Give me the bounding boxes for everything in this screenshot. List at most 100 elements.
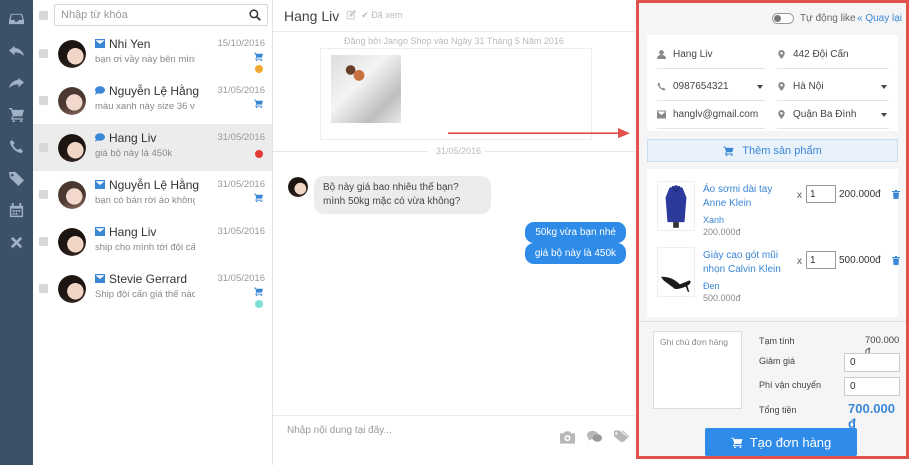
conversation-name: Hang Liv [109,224,157,239]
conversation-item[interactable]: Nguyễn Lệ Hằng bạn có bán rời áo không 3… [33,171,272,218]
trash-icon[interactable] [892,256,900,265]
conversation-list: Nhi Yen bạn ơi vầy này bên mình... 15/10… [33,0,273,465]
product-item: Áo sơmi dài tay Anne Klein Xanh 200.000đ… [647,181,900,245]
conversation-name: Hang Liv [109,130,157,145]
cart-icon[interactable] [0,98,33,130]
select-all-checkbox[interactable] [39,10,48,20]
incoming-message: Bộ này giá bao nhiêu thế bạn? mình 50kg … [314,176,491,214]
order-summary: Tạm tính 700.000 đ Giảm giá Phí vận chuy… [639,321,906,431]
chat-icon [95,133,105,142]
conversation-preview: màu xanh này size 36 vẫ... [95,100,195,112]
conversation-checkbox[interactable] [39,190,48,199]
map-marker-icon [778,110,785,119]
seen-status: ✔ Đã xem [361,10,403,20]
conversation-name: Nhi Yen [109,36,151,51]
envelope-icon [657,110,666,119]
conversation-item[interactable]: Nhi Yen bạn ơi vầy này bên mình... 15/10… [33,30,272,77]
conversation-date: 31/05/2016 [217,225,265,237]
quantity-input[interactable] [806,251,836,269]
cart-icon [254,52,263,61]
shipping-input[interactable] [844,377,900,396]
back-link[interactable]: « Quay lại [857,13,902,24]
edit-icon[interactable] [346,9,357,23]
cart-icon [723,146,734,156]
city-select[interactable]: Hà Nội [777,73,889,101]
forward-icon[interactable] [0,66,33,98]
cart-icon [254,287,263,296]
reply-icon[interactable] [0,34,33,66]
conversation-date: 31/05/2016 [217,272,265,284]
conversation-item[interactable]: Nguyễn Lệ Hằng màu xanh này size 36 vẫ..… [33,77,272,124]
post-image[interactable] [331,55,401,123]
compose-bar [273,415,635,465]
product-image[interactable] [657,247,695,297]
inbox-icon[interactable] [0,2,33,34]
chat-header: Hang Liv ✔ Đã xem [273,0,635,32]
chat-icon [95,86,105,95]
trash-icon[interactable] [892,190,900,199]
product-name[interactable]: Giày cao gót mũi nhọn Calvin Klein [703,249,791,277]
create-order-button[interactable]: Tạo đơn hàng [705,428,857,456]
tags-icon[interactable] [614,430,629,444]
customer-phone-field[interactable]: 0987654321 [657,73,765,101]
chevron-down-icon [881,85,887,89]
customer-address-field[interactable]: 442 Đội Cấn [777,41,889,69]
shipping-label: Phí vận chuyển [759,380,822,390]
product-variant: Xanh [703,215,725,225]
phone-icon[interactable] [0,130,33,162]
customer-email-field[interactable]: hanglv@gmail.com [657,101,765,129]
conversation-item-active[interactable]: Hang Liv giá bộ này là 450k 31/05/2016 [33,124,272,171]
product-name[interactable]: Áo sơmi dài tay Anne Klein [703,183,791,211]
calendar-icon[interactable] [0,194,33,226]
conversation-item[interactable]: Hang Liv ship cho mình tới đội cấ... 31/… [33,218,272,265]
conversation-preview: Ship đội cấn giá thế nào [95,288,195,300]
search-icon[interactable] [249,9,261,21]
conversation-checkbox[interactable] [39,143,48,152]
cart-icon [254,99,263,108]
add-product-button[interactable]: Thêm sản phẩm [647,139,898,162]
order-note-input[interactable] [653,331,742,409]
tag-icon[interactable] [0,162,33,194]
quantity-input[interactable] [806,185,836,203]
conversation-name: Stevie Gerrard [109,271,188,286]
total-value: 700.000 đ [848,401,895,431]
message-input[interactable] [287,425,507,436]
search-box [54,4,268,26]
avatar [58,133,86,162]
chevron-down-icon [881,113,887,117]
avatar [58,274,86,303]
camera-icon[interactable] [560,430,575,444]
avatar [58,180,86,209]
product-image[interactable] [657,181,695,231]
chevron-down-icon [757,85,763,89]
conversation-date: 15/10/2016 [217,37,265,49]
chat-panel: Hang Liv ✔ Đã xem Đăng bởi Jango Shop và… [273,0,635,465]
pointer-arrow [448,128,630,138]
conversation-checkbox[interactable] [39,237,48,246]
search-input[interactable] [61,9,249,21]
discount-input[interactable] [844,353,900,372]
conversation-checkbox[interactable] [39,284,48,293]
conversation-checkbox[interactable] [39,49,48,58]
cart-icon [254,193,263,202]
customer-name-field[interactable]: Hang Liv [657,41,765,69]
phone-icon [657,82,666,91]
status-dot [255,149,263,158]
district-select[interactable]: Quận Ba Đình [777,101,889,129]
conversation-checkbox[interactable] [39,96,48,105]
conversation-item[interactable]: Stevie Gerrard Ship đội cấn giá thế nào … [33,265,272,312]
product-price: 200.000đ [703,227,741,237]
conversation-date: 31/05/2016 [217,84,265,96]
message-icon [95,180,105,189]
day-separator-date: 31/05/2016 [436,146,482,156]
line-total: 200.000đ [839,189,881,200]
message-icon [95,274,105,283]
shared-post-card[interactable] [320,48,592,140]
chat-bubbles-icon[interactable] [587,430,602,444]
discount-label: Giảm giá [759,356,796,366]
close-icon[interactable] [0,226,33,258]
message-icon [95,227,105,236]
outgoing-message: giá bộ này là 450k [524,243,626,264]
auto-like-toggle[interactable] [772,13,794,24]
product-list: Áo sơmi dài tay Anne Klein Xanh 200.000đ… [647,169,900,317]
